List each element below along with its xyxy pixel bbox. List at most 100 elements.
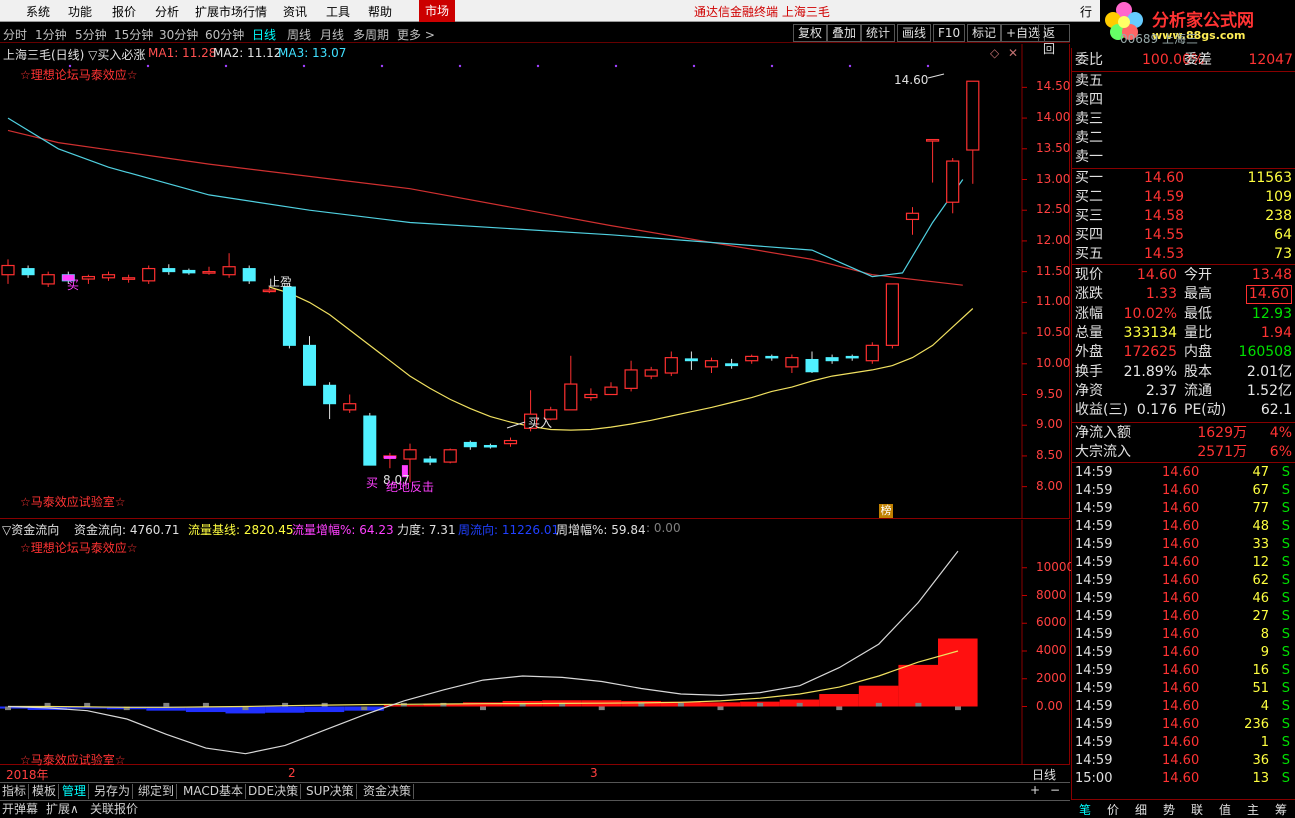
f10-button[interactable]: F10 <box>933 24 966 42</box>
tab-linked[interactable]: 联 <box>1191 801 1203 818</box>
menu-quote[interactable]: 报价 <box>112 3 136 20</box>
overlay-button[interactable]: 叠加 <box>827 24 862 42</box>
candle-body-up <box>41 274 55 285</box>
tab-main[interactable]: 主 <box>1247 801 1259 818</box>
draw-button[interactable]: 画线 <box>897 24 932 42</box>
tab-save-as[interactable]: 另存为 <box>92 784 134 799</box>
sell-row-5: 卖五 <box>1072 72 1295 91</box>
expand-button[interactable]: 扩展∧ <box>46 802 79 817</box>
period-5min[interactable]: 5分钟 <box>75 26 107 43</box>
tick-side: S <box>1281 609 1290 624</box>
candle-body-down <box>162 268 176 273</box>
period-weekly[interactable]: 周线 <box>287 26 311 43</box>
tab-trend[interactable]: 势 <box>1163 801 1175 818</box>
tab-template[interactable]: 模板 <box>30 784 60 799</box>
tick-side: S <box>1281 555 1290 570</box>
period-30min[interactable]: 30分钟 <box>159 26 198 43</box>
fund-flow-chart[interactable]: ▽资金流向 资金流向: 4760.71 流量基线: 2820.45 流量增幅%:… <box>0 520 1074 767</box>
tab-chips[interactable]: 筹 <box>1275 801 1287 818</box>
tab-manage[interactable]: 管理 <box>60 784 90 799</box>
force-value: 力度: 7.31 <box>397 523 456 537</box>
flow-bar <box>304 706 345 713</box>
menu-ext-market[interactable]: 扩展市场行情 <box>195 3 267 20</box>
tick-time: 14:59 <box>1075 735 1113 750</box>
buy-signal-1: 买 <box>67 278 80 292</box>
menu-right-button[interactable]: 行 <box>1080 3 1092 20</box>
menu-help[interactable]: 帮助 <box>368 3 392 20</box>
flow-tick-label: 0.00 <box>1036 698 1063 713</box>
tab-fund[interactable]: 资金决策 <box>361 784 415 799</box>
tick-volume: 46 <box>1252 591 1269 606</box>
period-60min[interactable]: 60分钟 <box>205 26 244 43</box>
flow-bar <box>700 702 741 707</box>
candle-body-down <box>323 384 337 405</box>
price-tick-label: 12.00 <box>1036 232 1071 247</box>
stats-button[interactable]: 统计 <box>861 24 896 42</box>
flow-grey-bar <box>796 702 803 707</box>
pct-value: 流量增幅%: 64.23 <box>292 523 394 537</box>
tab-indicator[interactable]: 指标 <box>0 784 30 799</box>
zoom-out-icon[interactable]: − <box>1050 783 1060 797</box>
buy-in-signal: 买入 <box>528 416 553 430</box>
flow-label: 大宗流入 <box>1075 444 1131 460</box>
main-kline-chart[interactable]: 上海三毛(日线) ▽买入必涨 MA1: 11.28 MA2: 11.12 MA3… <box>0 44 1070 519</box>
market-button[interactable]: 市场 <box>419 0 455 22</box>
buy-level-volume: 73 <box>1274 246 1292 262</box>
indicator-name[interactable]: ▽资金流向 <box>2 521 59 538</box>
menu-tools[interactable]: 工具 <box>326 3 350 20</box>
menu-function[interactable]: 功能 <box>68 3 92 20</box>
tick-price: 14.60 <box>1162 483 1200 498</box>
candle-body-up <box>624 369 638 389</box>
quote-tabs: 笔 价 细 势 联 值 主 筹 <box>1071 799 1295 817</box>
related-quote-button[interactable]: 关联报价 <box>90 802 138 817</box>
direction-value: 周流向: 11226.01 <box>458 523 560 537</box>
sell-row-1: 卖一 <box>1072 148 1295 167</box>
tab-price[interactable]: 价 <box>1107 801 1119 818</box>
flow-value: 资金流向: 4760.71 <box>74 523 180 537</box>
tab-macd[interactable]: MACD基本 <box>181 784 246 799</box>
back-button[interactable]: 返回 <box>1038 24 1070 56</box>
tab-ticks[interactable]: 笔 <box>1079 801 1091 818</box>
close-icon[interactable]: ✕ <box>1008 46 1018 60</box>
rank-badge[interactable]: 榜 <box>879 504 893 518</box>
buy-level-price: 14.59 <box>1144 189 1185 205</box>
take-profit-signal: 止盈 <box>268 275 293 289</box>
candle-body-down <box>765 355 779 359</box>
period-monthly[interactable]: 月线 <box>320 26 344 43</box>
tab-detail[interactable]: 细 <box>1135 801 1147 818</box>
period-15min[interactable]: 15分钟 <box>114 26 153 43</box>
tab-sup[interactable]: SUP决策 <box>304 784 357 799</box>
adjust-button[interactable]: 复权 <box>793 24 828 42</box>
stat-label-2: 流通 <box>1184 382 1212 399</box>
tick-volume: 62 <box>1252 573 1269 588</box>
period-multi[interactable]: 多周期 <box>353 26 389 43</box>
tick-time: 14:59 <box>1075 699 1113 714</box>
tick-side: S <box>1281 573 1290 588</box>
tick-volume: 236 <box>1244 717 1269 732</box>
flow-bar <box>938 638 978 707</box>
candle-body-up <box>785 357 799 368</box>
tab-dde[interactable]: DDE决策 <box>246 784 302 799</box>
zoom-in-icon[interactable]: + <box>1030 783 1040 797</box>
diamond-icon[interactable]: ◇ <box>990 46 999 60</box>
stat-label-2: PE(动) <box>1184 402 1227 419</box>
candle-body-down <box>363 415 377 466</box>
danmaku-button[interactable]: 开弹幕 <box>2 802 38 817</box>
flow-bar <box>898 664 938 707</box>
tab-value[interactable]: 值 <box>1219 801 1231 818</box>
tick-time: 15:00 <box>1075 771 1113 786</box>
menu-info[interactable]: 资讯 <box>283 3 307 20</box>
tab-bind[interactable]: 绑定到 <box>136 784 178 799</box>
buy-level-volume: 109 <box>1265 189 1292 205</box>
period-more[interactable]: 更多 > <box>397 26 435 43</box>
tick-side: S <box>1281 537 1290 552</box>
marker-dot <box>536 64 540 68</box>
mark-button[interactable]: 标记 <box>967 24 1002 42</box>
period-1min[interactable]: 1分钟 <box>35 26 67 43</box>
stat-value-2: 1.52亿 <box>1246 382 1292 399</box>
menu-system[interactable]: 系统 <box>26 3 50 20</box>
period-daily[interactable]: 日线 <box>252 26 276 43</box>
period-tick[interactable]: 分时 <box>3 26 27 43</box>
menu-analysis[interactable]: 分析 <box>155 3 179 20</box>
candle-body-down <box>21 268 35 276</box>
